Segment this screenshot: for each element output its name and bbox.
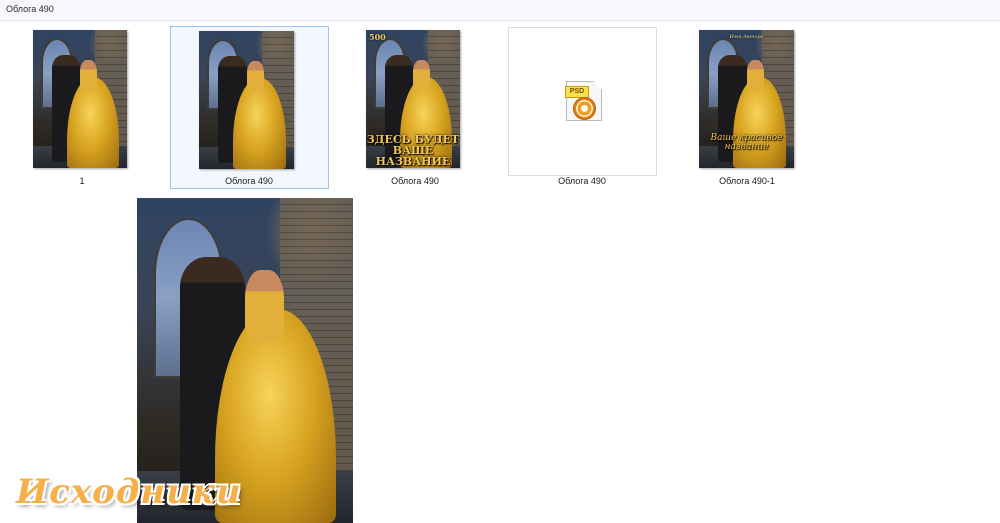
- cover-author-text: Имя Автора: [729, 34, 764, 40]
- file-tile-4[interactable]: PSD Облога 490: [508, 27, 657, 186]
- file-name: 1: [79, 176, 85, 186]
- file-tile-2[interactable]: Облога 490: [170, 26, 329, 189]
- cover-title-text: Ваше красивое название: [710, 133, 783, 152]
- window-title-bar: Облога 490: [0, 0, 1000, 21]
- file-name: Облога 490: [225, 176, 273, 186]
- file-tile-3[interactable]: 500 ЗДЕСЬ БУДЕТ ВАШЕ НАЗВАНИЕ Облога 490: [340, 26, 495, 188]
- cover-title-text: ЗДЕСЬ БУДЕТ ВАШЕ НАЗВАНИЕ: [366, 133, 460, 168]
- cover-thumbnail: [199, 31, 294, 169]
- psd-file-icon: PSD: [565, 81, 602, 121]
- window-title: Облога 490: [6, 4, 54, 14]
- file-name: Облога 490: [558, 176, 606, 186]
- file-name: Облога 490-1: [719, 176, 775, 186]
- cover-thumbnail: 500 ЗДЕСЬ БУДЕТ ВАШЕ НАЗВАНИЕ: [366, 30, 460, 168]
- cover-corner-number: 500: [369, 32, 386, 42]
- cover-thumbnail: Имя Автора Ваше красивое название: [699, 30, 794, 168]
- file-tile-1[interactable]: 1: [10, 26, 155, 188]
- file-tile-5[interactable]: Имя Автора Ваше красивое название Облога…: [670, 26, 825, 188]
- watermark-logo: Исходники: [16, 472, 242, 512]
- file-name: Облога 490: [391, 176, 439, 186]
- cover-thumbnail: [33, 30, 127, 168]
